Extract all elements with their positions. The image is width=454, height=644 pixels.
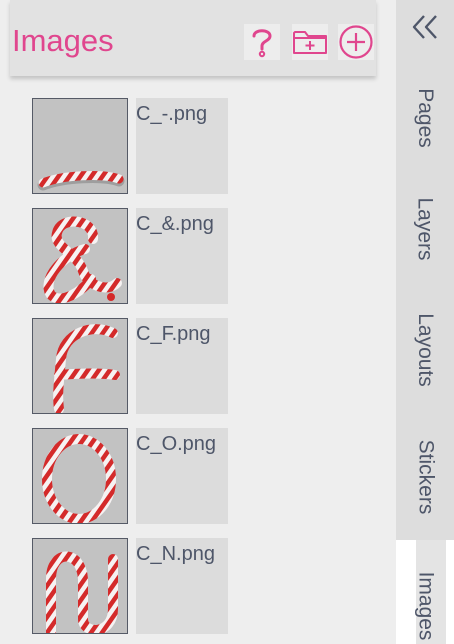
list-item[interactable]: C_&.png xyxy=(32,208,252,304)
list-item[interactable]: C_-.png xyxy=(32,98,252,194)
image-thumbnail[interactable] xyxy=(32,428,128,524)
panel-header: Images xyxy=(10,0,376,76)
image-filename: C_F.png xyxy=(136,323,211,345)
tab-label: Images xyxy=(414,571,437,641)
tab-label: Pages xyxy=(414,88,438,148)
folder-plus-icon xyxy=(293,31,327,54)
tab-stickers[interactable]: Stickers xyxy=(396,420,454,534)
side-tab-bar: Pages Layers Layouts Stickers Images xyxy=(396,0,454,644)
image-filename: C_O.png xyxy=(136,433,217,455)
question-mark-icon xyxy=(252,29,272,58)
image-thumbnail[interactable] xyxy=(32,98,128,194)
tab-layouts[interactable]: Layouts xyxy=(396,296,454,404)
collapse-panel-button[interactable] xyxy=(410,12,440,42)
images-panel: Images C_-.png C_&.png C_F.png C_O.png C… xyxy=(0,0,396,644)
image-thumbnail[interactable] xyxy=(32,208,128,304)
plus-circle-icon xyxy=(339,25,373,59)
add-image-button[interactable] xyxy=(338,24,374,60)
image-list: C_-.png C_&.png C_F.png C_O.png C_N.png xyxy=(0,88,396,644)
list-item[interactable]: C_F.png xyxy=(32,318,252,414)
image-filename: C_&.png xyxy=(136,213,214,235)
double-chevron-left-icon xyxy=(412,15,437,39)
list-item[interactable]: C_O.png xyxy=(32,428,252,524)
tab-label: Layers xyxy=(414,197,437,261)
tab-images[interactable]: Images xyxy=(396,540,454,644)
tab-label: Stickers xyxy=(414,439,437,515)
new-folder-button[interactable] xyxy=(292,24,328,60)
image-filename: C_N.png xyxy=(136,543,215,565)
help-button[interactable] xyxy=(244,24,280,60)
tab-layers[interactable]: Layers xyxy=(396,182,454,276)
image-thumbnail[interactable] xyxy=(32,538,128,634)
tab-pages[interactable]: Pages xyxy=(396,72,454,164)
list-item[interactable]: C_N.png xyxy=(32,538,252,634)
tab-label: Layouts xyxy=(414,313,437,387)
image-filename: C_-.png xyxy=(136,103,208,125)
image-thumbnail[interactable] xyxy=(32,318,128,414)
panel-title: Images xyxy=(12,23,114,58)
